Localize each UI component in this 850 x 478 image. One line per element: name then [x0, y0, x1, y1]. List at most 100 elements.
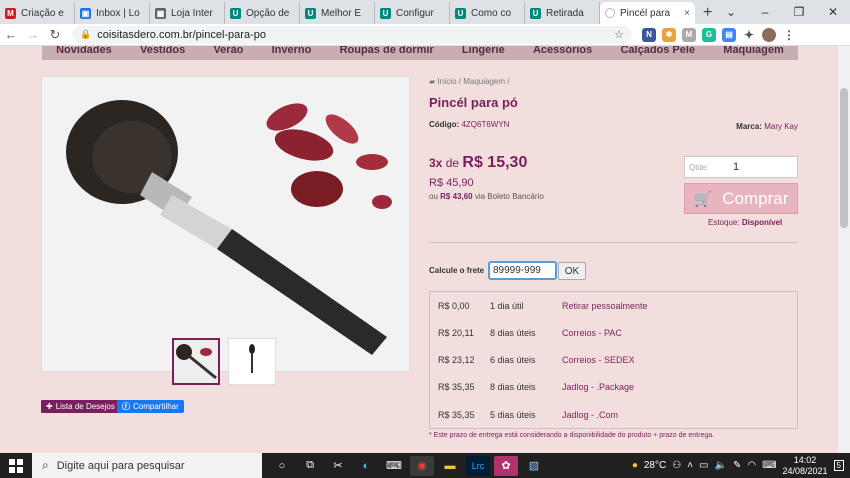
menu-item[interactable]: Lingerie — [462, 46, 505, 56]
shipping-method: Retirar pessoalmente — [562, 300, 648, 311]
shipping-days: 8 dias úteis — [490, 327, 536, 338]
shipping-days: 5 dias úteis — [490, 409, 536, 420]
window-close-icon[interactable]: ✕ — [816, 5, 850, 19]
tab-7[interactable]: U Como co — [450, 2, 525, 24]
cep-input[interactable]: 89999-999 — [488, 261, 557, 280]
tab-favicon-icon: U — [230, 7, 241, 19]
share-button[interactable]: ⓕ Compartilhar — [117, 400, 184, 413]
boleto-suffix: via Boleto Bancário — [474, 192, 544, 201]
new-tab-button[interactable]: + — [703, 2, 712, 24]
photos-icon[interactable]: ▧ — [522, 456, 546, 476]
window-controls: ⌄ – ❐ ✕ — [714, 0, 850, 24]
tab-2[interactable]: ▣ Inbox | Lo — [75, 2, 150, 24]
scrollbar-thumb[interactable] — [840, 88, 848, 228]
brand-label: Marca: — [736, 122, 762, 131]
taskbar: ⌕ Digite aqui para pesquisar ○ ⧉ ✂ ◐ ⌨ ◉… — [0, 453, 850, 478]
app-icon[interactable]: ✿ — [494, 455, 518, 476]
boleto-prefix: ou — [429, 192, 438, 201]
edge-icon[interactable]: ◐ — [354, 456, 378, 476]
tab-active[interactable]: Pincél para × — [600, 2, 695, 24]
menu-item[interactable]: Maquiagem — [723, 46, 784, 56]
thumbnail-1[interactable] — [172, 338, 220, 385]
shipping-days: 1 dia útil — [490, 300, 524, 311]
menu-item[interactable]: Roupas de dormir — [340, 46, 434, 56]
lightroom-icon[interactable]: Lrc — [466, 455, 490, 476]
shipping-option-row: R$ 35,35 5 dias úteis Jadlog - .Com — [430, 401, 797, 428]
taskbar-apps: ○ ⧉ ✂ ◐ ⌨ ◉ ▬ Lrc ✿ ▧ — [270, 455, 546, 476]
minimize-icon[interactable]: – — [748, 5, 782, 19]
chrome-icon[interactable]: ◉ — [410, 455, 434, 476]
wishlist-button[interactable]: ✚ Lista de Desejos — [41, 400, 120, 413]
tab-title: Como co — [471, 7, 512, 19]
menu-item[interactable]: Calçados Pele — [620, 46, 695, 56]
buy-button[interactable]: 🛒 Comprar — [684, 183, 798, 214]
tab-5[interactable]: U Melhor E — [300, 2, 375, 24]
extension-badge-icon[interactable]: ✱ — [662, 27, 676, 42]
breadcrumb-category[interactable]: Maquiagem — [463, 77, 505, 86]
shipping-method: Jadlog - .Com — [562, 409, 619, 420]
battery-icon[interactable]: ▭ — [699, 460, 708, 471]
folder-icon: ▰ — [429, 77, 436, 86]
menu-item[interactable]: Vestidos — [140, 46, 185, 56]
url-field[interactable]: 🔒 coisitasdero.com.br/pincel-para-po ☆ — [72, 25, 632, 44]
tab-1[interactable]: M Criação e — [0, 2, 75, 24]
clock[interactable]: 14:02 24/08/2021 — [783, 455, 828, 477]
people-icon[interactable]: ⚇ — [672, 460, 681, 471]
tab-search-icon[interactable]: ⌄ — [714, 5, 748, 19]
calculate-shipping-button[interactable]: OK — [558, 262, 586, 280]
installments-count: 3x — [429, 156, 443, 170]
menu-item[interactable]: Acessórios — [533, 46, 592, 56]
chevron-up-icon[interactable]: ˄ — [687, 460, 693, 471]
url-text: coisitasdero.com.br/pincel-para-po — [97, 28, 266, 41]
extension-m-icon[interactable]: M — [682, 27, 696, 42]
wifi-icon[interactable]: ◠ — [747, 460, 756, 471]
taskbar-search[interactable]: ⌕ Digite aqui para pesquisar — [32, 453, 262, 478]
breadcrumb-separator: / — [458, 77, 461, 86]
snip-icon[interactable]: ✂ — [326, 456, 350, 476]
shipping-days: 8 dias úteis — [490, 382, 536, 393]
shipping-option-row: R$ 35,35 8 dias úteis Jadlog - .Package — [430, 374, 797, 401]
shipping-note: * Este prazo de entrega está considerand… — [429, 432, 715, 439]
task-view-icon[interactable]: ⧉ — [298, 456, 322, 476]
extension-blue-icon[interactable]: ▤ — [722, 27, 736, 42]
thumbnail-2[interactable] — [228, 338, 276, 385]
restore-icon[interactable]: ❐ — [782, 5, 816, 19]
tab-4[interactable]: U Opção de — [225, 2, 300, 24]
bookmark-star-icon[interactable]: ☆ — [614, 28, 624, 41]
weather-temp[interactable]: 28°C — [644, 460, 666, 471]
extensions-puzzle-icon[interactable]: ✦ — [742, 28, 756, 42]
menu-item[interactable]: Inverno — [272, 46, 312, 56]
volume-icon[interactable]: 🔈 — [714, 460, 726, 471]
shipping-method: Correios - PAC — [562, 327, 622, 338]
extension-grammar-icon[interactable]: G — [702, 27, 716, 42]
tab-6[interactable]: U Configur — [375, 2, 450, 24]
brand-value[interactable]: Mary Kay — [764, 122, 798, 131]
profile-avatar[interactable] — [762, 27, 776, 42]
shipping-method: Jadlog - .Package — [562, 382, 635, 393]
menu-item[interactable]: Novidades — [56, 46, 112, 56]
scrollbar[interactable] — [838, 46, 850, 453]
breadcrumb-home[interactable]: Início — [437, 77, 456, 86]
forward-icon[interactable]: → — [22, 27, 44, 42]
quantity-field[interactable]: Qtde: 1 — [684, 156, 798, 178]
file-explorer-icon[interactable]: ▬ — [438, 456, 462, 476]
tab-8[interactable]: U Retirada — [525, 2, 600, 24]
extension-n-icon[interactable]: N — [642, 27, 656, 42]
back-icon[interactable]: ← — [0, 27, 22, 42]
close-icon[interactable]: × — [684, 8, 690, 19]
quantity-value[interactable]: 1 — [733, 161, 739, 173]
product-main-image[interactable] — [41, 76, 410, 372]
facebook-icon: ⓕ — [122, 402, 130, 411]
cortana-icon[interactable]: ○ — [270, 456, 294, 476]
language-icon[interactable]: ⌨ — [762, 460, 776, 471]
keyboard-icon[interactable]: ⌨ — [382, 456, 406, 476]
menu-kebab-icon[interactable]: ⋮ — [782, 28, 796, 42]
divider — [429, 242, 798, 243]
tab-3[interactable]: ▦ Loja Inter — [150, 2, 225, 24]
pen-icon[interactable]: ✎ — [733, 460, 741, 471]
weather-icon: ● — [631, 460, 638, 471]
menu-item[interactable]: Verão — [213, 46, 243, 56]
reload-icon[interactable]: ↻ — [44, 27, 66, 43]
notifications-icon[interactable]: 5 — [833, 460, 844, 471]
windows-start-icon[interactable] — [0, 458, 32, 473]
